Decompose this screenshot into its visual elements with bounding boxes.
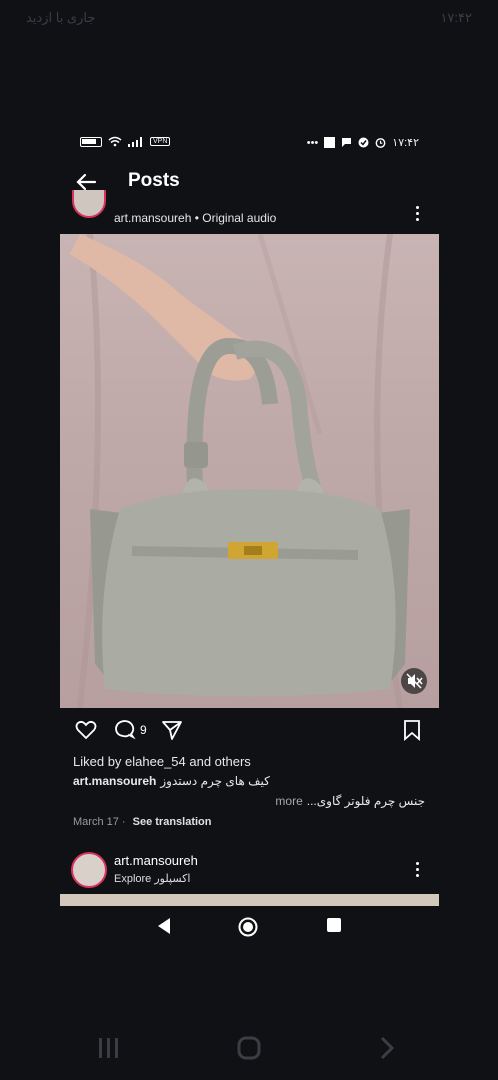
- phone-screen: VPN ••• ۱۷:۴۲ Posts art.mansoureh • Orig…: [60, 128, 439, 948]
- post-actions: 9: [60, 718, 439, 748]
- see-translation-link[interactable]: See translation: [133, 816, 212, 828]
- signal-icon: [128, 136, 142, 147]
- system-nav-bar: [0, 1034, 498, 1064]
- post-header: art.mansoureh • Original audio: [60, 190, 439, 228]
- posts-header: Posts: [60, 168, 439, 196]
- next-post-username[interactable]: art.mansoureh: [114, 853, 198, 868]
- bookmark-icon[interactable]: [400, 718, 424, 742]
- forward-chevron-icon[interactable]: [378, 1036, 396, 1065]
- next-post-media-peek: [60, 894, 439, 906]
- share-icon[interactable]: [160, 718, 184, 742]
- outer-status-time: ۱۷:۴۲: [440, 10, 472, 25]
- heart-icon[interactable]: [74, 718, 98, 742]
- nav-recents-icon[interactable]: [326, 917, 342, 938]
- more-link[interactable]: more: [275, 794, 302, 808]
- caption-text-2: جنس چرم فلوتر گاوی...: [306, 794, 425, 808]
- caption-line-1: art.mansoureh کیف های چرم دستدوز: [73, 774, 270, 788]
- chat-icon: [342, 138, 352, 147]
- next-post-options-icon[interactable]: [415, 862, 421, 878]
- handbag-photo: [70, 234, 410, 708]
- outer-status-left: جاری با ازدید: [26, 10, 96, 25]
- notification-square-icon: [324, 137, 336, 148]
- caption-line-2: جنس چرم فلوتر گاوی... more: [275, 794, 425, 808]
- shield-check-icon: [358, 137, 369, 148]
- next-post-avatar[interactable]: [71, 852, 107, 888]
- outer-status-bar: جاری با ازدید ۱۷:۴۲: [0, 6, 498, 28]
- nav-back-icon[interactable]: [156, 917, 172, 940]
- next-post-header: art.mansoureh Explore اکسپلور: [60, 850, 439, 894]
- post-avatar[interactable]: [72, 190, 106, 218]
- likes-text[interactable]: Liked by elahee_54 and others: [73, 754, 251, 769]
- caption-text: کیف های چرم دستدوز: [160, 774, 270, 788]
- speaker-muted-icon: [406, 673, 423, 689]
- post-options-icon[interactable]: [415, 206, 421, 222]
- inner-nav-bar: [60, 908, 439, 944]
- comment-icon[interactable]: [113, 718, 137, 742]
- page-title: Posts: [128, 170, 180, 191]
- post-media[interactable]: [60, 234, 439, 708]
- comment-count: 9: [140, 723, 147, 737]
- post-meta: March 17 · See translation: [73, 816, 212, 828]
- post-user-line[interactable]: art.mansoureh • Original audio: [114, 211, 276, 225]
- recent-apps-icon[interactable]: [98, 1036, 120, 1065]
- nav-home-icon[interactable]: [238, 917, 258, 942]
- mute-toggle[interactable]: [401, 668, 427, 694]
- post-date: March 17: [73, 816, 119, 828]
- wifi-icon: [108, 136, 122, 147]
- home-icon[interactable]: [237, 1036, 261, 1065]
- vpn-badge: VPN: [150, 137, 171, 146]
- battery-icon: [80, 136, 102, 147]
- alarm-icon: [375, 138, 386, 148]
- inner-status-bar: VPN ••• ۱۷:۴۲: [60, 134, 439, 154]
- caption-username[interactable]: art.mansoureh: [73, 774, 156, 788]
- next-post-subtitle[interactable]: Explore اکسپلور: [114, 872, 190, 885]
- more-notifications-icon: •••: [306, 136, 319, 149]
- inner-status-time: ۱۷:۴۲: [392, 137, 419, 149]
